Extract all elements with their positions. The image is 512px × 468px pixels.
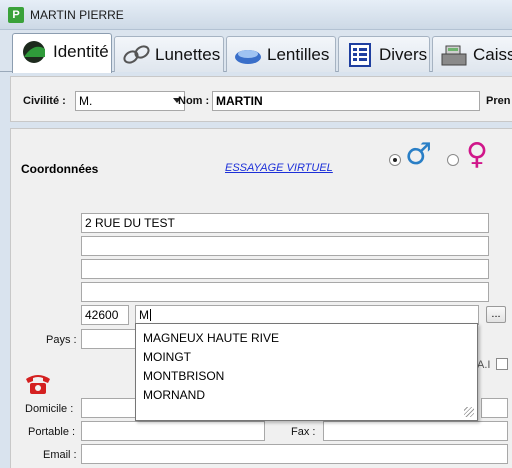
tab-caisse-label: Caiss <box>473 45 512 64</box>
phone-icon <box>26 375 50 394</box>
domicile-input[interactable] <box>81 398 141 418</box>
civilite-select[interactable]: M. <box>75 91 185 111</box>
email-input[interactable] <box>81 444 508 464</box>
female-icon: ♀ <box>466 137 488 172</box>
list-item[interactable]: MONTBRISON <box>143 369 224 383</box>
tab-identite-label: Identité <box>53 42 109 61</box>
list-item[interactable]: MORNAND <box>143 388 205 402</box>
city-value: M <box>139 308 149 322</box>
nom-value: MARTIN <box>216 94 263 108</box>
city-input[interactable]: M <box>135 305 479 325</box>
pays-input[interactable] <box>81 329 141 349</box>
address-line-1[interactable]: 2 RUE DU TEST <box>81 213 489 233</box>
tab-lunettes-label: Lunettes <box>155 45 221 64</box>
identity-icon <box>23 41 45 63</box>
address-line-1-value: 2 RUE DU TEST <box>85 216 175 230</box>
portable-input[interactable] <box>81 421 265 441</box>
nom-input[interactable]: MARTIN <box>212 91 480 111</box>
browse-city-button[interactable]: ... <box>486 306 506 323</box>
nom-label: Nom : <box>178 95 210 107</box>
fax-input[interactable] <box>323 421 508 441</box>
list-item[interactable]: MAGNEUX HAUTE RIVE <box>143 331 279 345</box>
list-item[interactable]: MOINGT <box>143 350 191 364</box>
fax-label: Fax : <box>291 426 316 438</box>
lens-icon <box>235 50 261 64</box>
postal-code-input[interactable]: 42600 <box>81 305 129 325</box>
title-bar: P MARTIN PIERRE <box>0 0 512 30</box>
address-line-2[interactable] <box>81 236 489 256</box>
identity-strip: Civilité : M. Nom : MARTIN Pren <box>10 76 512 122</box>
postal-code-value: 42600 <box>85 308 119 322</box>
text-caret <box>150 309 151 321</box>
tab-divers-label: Divers <box>379 45 428 64</box>
tab-caisse[interactable]: Caiss <box>432 36 512 72</box>
right-phone-input[interactable] <box>481 398 508 418</box>
civilite-label: Civilité : <box>23 95 66 107</box>
tab-lentilles-label: Lentilles <box>267 45 330 64</box>
tab-identite[interactable]: Identité <box>12 33 112 73</box>
portable-label: Portable : <box>28 426 76 438</box>
gender-female-radio[interactable] <box>447 154 459 166</box>
address-line-3[interactable] <box>81 259 489 279</box>
list-icon <box>349 43 371 67</box>
tab-divers[interactable]: Divers <box>338 36 430 72</box>
partial-checkbox-label: A.I <box>477 359 491 371</box>
gender-male-radio[interactable] <box>389 154 401 166</box>
window-title: MARTIN PIERRE <box>30 8 124 22</box>
pays-label: Pays : <box>46 334 77 346</box>
section-title: Coordonnées <box>21 162 99 176</box>
partial-checkbox[interactable] <box>496 358 508 370</box>
domicile-label: Domicile : <box>25 403 74 415</box>
tab-lentilles[interactable]: Lentilles <box>226 36 336 72</box>
email-label: Email : <box>43 449 77 461</box>
tab-strip: Identité Lunettes Lentilles Divers Caiss <box>0 30 512 73</box>
resize-grip[interactable] <box>464 407 474 417</box>
tab-lunettes[interactable]: Lunettes <box>114 36 224 72</box>
civilite-value: M. <box>79 94 93 108</box>
cash-register-icon <box>441 45 467 66</box>
prenom-label: Pren <box>486 95 511 107</box>
glasses-icon <box>123 45 150 64</box>
essayage-virtuel-link[interactable]: ESSAYAGE VIRTUEL <box>225 162 333 174</box>
address-line-4[interactable] <box>81 282 489 302</box>
city-autocomplete-list: MAGNEUX HAUTE RIVE MOINGT MONTBRISON MOR… <box>135 323 478 421</box>
male-icon: ♂ <box>405 137 432 172</box>
app-icon: P <box>8 7 24 23</box>
